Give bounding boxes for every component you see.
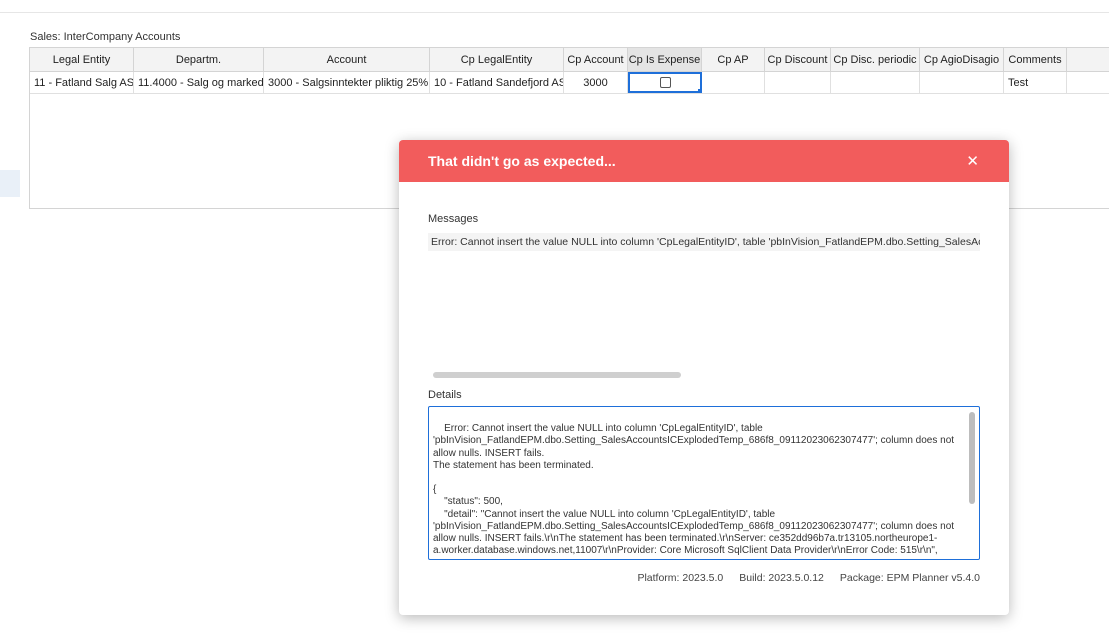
details-textarea[interactable]: Error: Cannot insert the value NULL into… xyxy=(428,406,980,560)
error-message: Error: Cannot insert the value NULL into… xyxy=(428,233,980,251)
error-dialog: That didn't go as expected... ✕ Messages… xyxy=(399,140,1009,615)
column-header-cp-agio-disagio[interactable]: Cp AgioDisagio xyxy=(920,48,1004,71)
dialog-header: That didn't go as expected... ✕ xyxy=(399,140,1009,182)
column-header-cp-discount[interactable]: Cp Discount xyxy=(765,48,831,71)
build-version: Build: 2023.5.0.12 xyxy=(739,572,824,584)
section-title: Sales: InterCompany Accounts xyxy=(30,31,181,43)
cell-cp-agio-disagio[interactable] xyxy=(920,72,1004,93)
cell-legal-entity[interactable]: 11 - Fatland Salg AS xyxy=(30,72,134,93)
table-row[interactable]: 11 - Fatland Salg AS 11.4000 - Salg og m… xyxy=(30,72,1109,94)
top-bar xyxy=(0,0,1109,13)
cell-comments[interactable]: Test xyxy=(1004,72,1067,93)
column-header-account[interactable]: Account xyxy=(264,48,430,71)
grid-header: Legal Entity Departm. Account Cp LegalEn… xyxy=(30,48,1109,72)
side-panel-highlight xyxy=(0,170,20,197)
cp-is-expense-checkbox[interactable] xyxy=(659,77,671,88)
details-text: Error: Cannot insert the value NULL into… xyxy=(433,423,955,557)
column-header-cp-account[interactable]: Cp Account xyxy=(564,48,628,71)
column-header-comments[interactable]: Comments xyxy=(1004,48,1067,71)
cell-department[interactable]: 11.4000 - Salg og marked xyxy=(134,72,264,93)
cell-cp-legal-entity[interactable]: 10 - Fatland Sandefjord AS xyxy=(430,72,564,93)
platform-version: Platform: 2023.5.0 xyxy=(637,572,724,584)
cell-extra xyxy=(1067,72,1109,93)
details-vertical-scrollbar[interactable] xyxy=(969,412,975,504)
cell-cp-discount[interactable] xyxy=(765,72,831,93)
cell-cp-is-expense[interactable] xyxy=(628,72,702,93)
column-header-cp-disc-periodic[interactable]: Cp Disc. periodic xyxy=(831,48,920,71)
column-header-cp-legal-entity[interactable]: Cp LegalEntity xyxy=(430,48,564,71)
dialog-footer: Platform: 2023.5.0 Build: 2023.5.0.12 Pa… xyxy=(399,572,980,584)
cell-cp-disc-periodic[interactable] xyxy=(831,72,920,93)
column-header-legal-entity[interactable]: Legal Entity xyxy=(30,48,134,71)
messages-label: Messages xyxy=(428,213,479,225)
cell-account[interactable]: 3000 - Salgsinntekter pliktig 25% xyxy=(264,72,430,93)
cell-cp-account[interactable]: 3000 xyxy=(564,72,628,93)
column-header-department[interactable]: Departm. xyxy=(134,48,264,71)
details-label: Details xyxy=(428,389,462,401)
close-icon[interactable]: ✕ xyxy=(966,152,979,170)
column-header-cp-is-expense[interactable]: Cp Is Expense xyxy=(628,48,702,71)
package-version: Package: EPM Planner v5.4.0 xyxy=(839,572,980,584)
dialog-title: That didn't go as expected... xyxy=(428,153,616,169)
cell-cp-ap[interactable] xyxy=(702,72,765,93)
column-header-cp-ap[interactable]: Cp AP xyxy=(702,48,765,71)
column-header-extra xyxy=(1067,48,1109,71)
messages-horizontal-scrollbar[interactable] xyxy=(433,372,681,378)
